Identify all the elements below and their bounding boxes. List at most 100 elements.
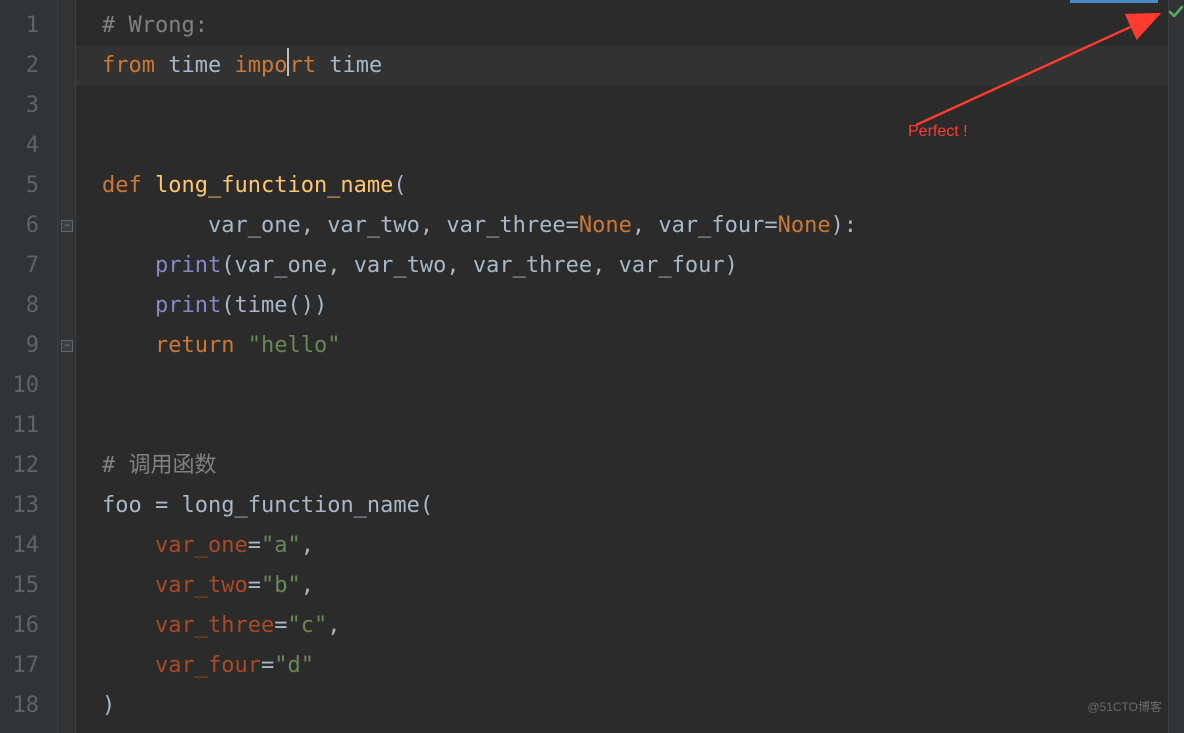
code-line[interactable] — [76, 126, 1168, 166]
token-id: var_four — [619, 253, 725, 278]
code-line[interactable]: var_two="b", — [76, 566, 1168, 606]
fold-open-icon[interactable]: − — [61, 220, 73, 232]
editor-viewport[interactable]: # Wrong: from time import time def long_fu… — [76, 0, 1168, 733]
line-number[interactable]: 2 — [0, 46, 57, 86]
line-number[interactable]: 9 — [0, 326, 57, 366]
line-number-gutter[interactable]: 123456789101112131415161718 — [0, 0, 58, 733]
token-op: , — [592, 253, 619, 278]
token-kw: rt — [289, 53, 316, 78]
token-text — [221, 53, 234, 78]
line-number[interactable]: 18 — [0, 686, 57, 726]
token-op: , — [327, 253, 354, 278]
token-op: ( — [393, 173, 406, 198]
code-line[interactable] — [76, 86, 1168, 126]
token-op: = — [274, 613, 287, 638]
token-op: ( — [221, 253, 234, 278]
code-line[interactable]: ) — [76, 686, 1168, 726]
token-str: "c" — [287, 613, 327, 638]
token-kw: return — [155, 333, 234, 358]
token-str: "d" — [274, 653, 314, 678]
line-number[interactable]: 14 — [0, 526, 57, 566]
token-none: None — [778, 213, 831, 238]
code-line[interactable]: var_one="a", — [76, 526, 1168, 566]
token-id: var_three — [473, 253, 592, 278]
code-line[interactable] — [76, 406, 1168, 446]
token-id: time — [329, 53, 382, 78]
line-number[interactable]: 8 — [0, 286, 57, 326]
token-cmt: # 调用函数 — [102, 453, 217, 478]
token-op: = — [142, 493, 182, 518]
token-text — [142, 173, 155, 198]
code-editor[interactable]: 123456789101112131415161718 −− # Wrong:f… — [0, 0, 1184, 733]
code-line[interactable]: var_three="c", — [76, 606, 1168, 646]
token-cmt: # Wrong: — [102, 13, 208, 38]
token-arg: var_three — [155, 613, 274, 638]
token-op: = — [248, 533, 261, 558]
token-kw: from — [102, 53, 155, 78]
active-tab-indicator — [1070, 0, 1158, 3]
line-number[interactable]: 6 — [0, 206, 57, 246]
token-str: "b" — [261, 573, 301, 598]
fold-gutter[interactable]: −− — [58, 0, 76, 733]
token-arg: var_four — [155, 653, 261, 678]
token-op: , — [632, 213, 659, 238]
code-line[interactable]: var_one, var_two, var_three=None, var_fo… — [76, 206, 1168, 246]
token-id: var_one — [208, 213, 301, 238]
code-line[interactable]: return "hello" — [76, 326, 1168, 366]
token-kw: def — [102, 173, 142, 198]
token-text — [316, 53, 329, 78]
error-stripe[interactable] — [1168, 0, 1184, 733]
token-str: "a" — [261, 533, 301, 558]
line-number[interactable]: 3 — [0, 86, 57, 126]
token-arg: var_one — [155, 533, 248, 558]
line-number[interactable]: 10 — [0, 366, 57, 406]
token-id: foo — [102, 493, 142, 518]
token-id: time — [234, 293, 287, 318]
token-op: ) — [725, 253, 738, 278]
code-line[interactable]: # 调用函数 — [76, 446, 1168, 486]
token-str: "hello" — [248, 333, 341, 358]
token-id: var_three — [446, 213, 565, 238]
token-op: ( — [221, 293, 234, 318]
token-op: ( — [420, 493, 433, 518]
token-op: , — [446, 253, 473, 278]
token-op: = — [764, 213, 777, 238]
token-id: time — [168, 53, 221, 78]
line-number[interactable]: 1 — [0, 6, 57, 46]
line-number[interactable]: 16 — [0, 606, 57, 646]
code-line[interactable] — [76, 366, 1168, 406]
code-line[interactable]: # Wrong: — [76, 6, 1168, 46]
line-number[interactable]: 17 — [0, 646, 57, 686]
code-line[interactable]: print(var_one, var_two, var_three, var_f… — [76, 246, 1168, 286]
token-op: ()) — [287, 293, 327, 318]
token-op: , — [301, 573, 314, 598]
line-number[interactable]: 5 — [0, 166, 57, 206]
code-line[interactable]: print(time()) — [76, 286, 1168, 326]
line-number[interactable]: 12 — [0, 446, 57, 486]
code-line[interactable]: from time import time — [76, 46, 1168, 86]
token-text — [155, 53, 168, 78]
fold-close-icon[interactable]: − — [61, 340, 73, 352]
line-number[interactable]: 13 — [0, 486, 57, 526]
token-op: = — [261, 653, 274, 678]
token-fn: long_function_name — [155, 173, 393, 198]
token-kw: impo — [234, 53, 287, 78]
token-op: = — [248, 573, 261, 598]
token-none: None — [579, 213, 632, 238]
token-id: long_function_name — [182, 493, 420, 518]
token-op: ) — [102, 693, 115, 718]
code-line[interactable]: foo = long_function_name( — [76, 486, 1168, 526]
token-builtin: print — [155, 253, 221, 278]
token-op: , — [420, 213, 447, 238]
token-id: var_two — [327, 213, 420, 238]
line-number[interactable]: 15 — [0, 566, 57, 606]
inspection-status-icon[interactable] — [1167, 3, 1184, 21]
line-number[interactable]: 11 — [0, 406, 57, 446]
code-line[interactable]: def long_function_name( — [76, 166, 1168, 206]
code-line[interactable]: var_four="d" — [76, 646, 1168, 686]
line-number[interactable]: 4 — [0, 126, 57, 166]
line-number[interactable]: 7 — [0, 246, 57, 286]
token-arg: var_two — [155, 573, 248, 598]
token-op: = — [566, 213, 579, 238]
token-op: , — [301, 213, 328, 238]
